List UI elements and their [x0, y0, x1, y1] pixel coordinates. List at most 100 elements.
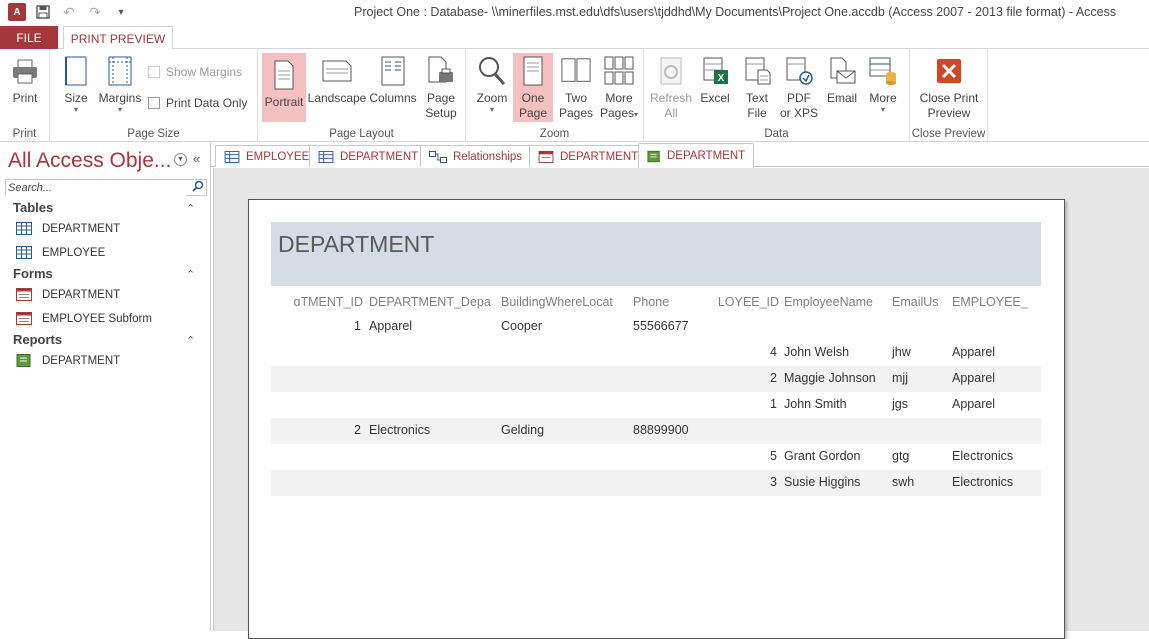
one-page-button[interactable]: One Page — [513, 53, 553, 122]
doc-tab-label: DEPARTMENT — [340, 150, 419, 163]
pdf-xps-button[interactable]: PDF or XPS — [778, 53, 820, 121]
more-export-icon — [868, 53, 898, 89]
more-pages-caret-icon: ▾ — [634, 110, 639, 119]
form-icon — [16, 288, 32, 301]
landscape-button[interactable]: Landscape — [308, 53, 366, 106]
doc-tab-department-form[interactable]: DEPARTMENT — [529, 145, 648, 167]
nav-item-report-department[interactable]: DEPARTMENT — [16, 354, 120, 367]
nav-section-forms[interactable]: Forms — [13, 266, 53, 281]
nav-section-reports[interactable]: Reports — [13, 332, 62, 347]
nav-item-label: EMPLOYEE Subform — [42, 312, 152, 325]
cell-email: swh — [892, 475, 915, 489]
col-header-phone: Phone — [633, 295, 670, 309]
magnifier-icon — [477, 53, 507, 89]
more-export-button[interactable]: More ▾ — [864, 53, 902, 114]
customize-qat-icon[interactable]: ▾ — [112, 3, 130, 21]
cell-building: Gelding — [501, 423, 545, 437]
collapse-reports-icon[interactable]: ⌃ — [186, 334, 195, 347]
cell-employee-id: 1 — [770, 397, 777, 411]
email-label: Email — [826, 91, 857, 105]
collapse-forms-icon[interactable]: ⌃ — [186, 268, 195, 281]
excel-button[interactable]: X Excel — [696, 53, 734, 106]
text-file-label-2: File — [747, 106, 767, 120]
nav-item-table-employee[interactable]: EMPLOYEE — [16, 246, 105, 259]
nav-pane-title[interactable]: All Access Obje... — [8, 149, 171, 173]
printer-icon — [10, 53, 40, 89]
table-icon — [16, 246, 32, 259]
doc-tab-employee-table[interactable]: EMPLOYEE — [215, 145, 319, 167]
group-label-page-layout: Page Layout — [329, 128, 394, 140]
access-app-icon[interactable]: A — [8, 3, 26, 21]
nav-dropdown-icon[interactable]: ▼ — [174, 153, 187, 166]
table-icon — [16, 222, 32, 235]
margins-button[interactable]: Margins ▾ — [96, 53, 144, 114]
doc-tab-relationships[interactable]: Relationships — [420, 145, 532, 167]
undo-icon[interactable]: ↶ — [60, 3, 78, 21]
print-preview-area[interactable]: DEPARTMENT ɑTMENT_ID DEPARTMENT_Depa Bui… — [213, 168, 1149, 639]
report-icon — [16, 354, 31, 367]
size-button[interactable]: Size ▾ — [60, 53, 92, 114]
nav-item-label: DEPARTMENT — [42, 222, 121, 235]
group-label-zoom: Zoom — [539, 128, 570, 140]
landscape-icon — [322, 53, 352, 89]
doc-tab-department-report[interactable]: DEPARTMENT — [638, 143, 755, 168]
two-pages-label-2: Pages — [558, 106, 594, 120]
zoom-label: Zoom — [476, 91, 508, 105]
cell-employee-id: 4 — [770, 345, 777, 359]
page-setup-button[interactable]: Page Setup — [422, 53, 460, 121]
refresh-label-2: All — [664, 106, 678, 120]
redo-icon[interactable]: ↷ — [86, 3, 104, 21]
more-pages-button[interactable]: More Pages▾ — [598, 53, 640, 121]
group-label-page-size: Page Size — [127, 128, 180, 140]
cell-email: jhw — [892, 345, 911, 359]
search-icon[interactable] — [192, 180, 204, 195]
doc-tab-department-table[interactable]: DEPARTMENT — [309, 145, 428, 167]
close-print-preview-button[interactable]: Close Print Preview — [914, 53, 984, 121]
close-icon — [934, 53, 964, 89]
cell-employee-dept: Apparel — [952, 345, 996, 359]
doc-tab-label: DEPARTMENT — [667, 150, 746, 162]
cell-employee-id: 3 — [770, 475, 777, 489]
page-setup-label-2: Setup — [425, 106, 457, 120]
print-data-only-checkbox[interactable]: Print Data Only — [148, 96, 247, 110]
email-button[interactable]: Email — [822, 53, 862, 106]
portrait-icon — [269, 57, 299, 93]
text-file-button[interactable]: Text File — [738, 53, 776, 121]
nav-item-form-employee-subform[interactable]: EMPLOYEE Subform — [16, 312, 152, 325]
columns-button[interactable]: Columns — [368, 53, 418, 106]
pdf-label-2: or XPS — [779, 106, 818, 120]
two-pages-button[interactable]: Two Pages — [556, 53, 596, 121]
refresh-all-button[interactable]: Refresh All — [648, 53, 694, 121]
cell-department-id: 2 — [354, 423, 361, 437]
margins-label: Margins — [98, 91, 142, 105]
portrait-button[interactable]: Portrait — [262, 53, 306, 122]
nav-item-table-department[interactable]: DEPARTMENT — [16, 222, 120, 235]
close-label-1: Close Print — [919, 91, 979, 105]
one-page-label-2: Page — [518, 106, 548, 120]
group-print: Print Print — [0, 49, 50, 142]
print-button[interactable]: Print — [8, 53, 42, 106]
show-margins-box[interactable] — [148, 66, 160, 78]
form-icon — [16, 312, 32, 325]
close-label-2: Preview — [927, 106, 971, 120]
page-setup-label-1: Page — [426, 91, 456, 105]
more-pages-icon — [604, 53, 634, 89]
zoom-button[interactable]: Zoom ▾ — [472, 53, 512, 114]
relationships-icon — [429, 150, 447, 163]
table-icon — [318, 150, 334, 163]
collapse-tables-icon[interactable]: ⌃ — [186, 202, 195, 215]
nav-search-input[interactable] — [6, 180, 186, 196]
show-margins-checkbox[interactable]: Show Margins — [148, 65, 242, 79]
save-icon[interactable] — [34, 3, 52, 21]
refresh-icon — [656, 53, 686, 89]
shutter-bar-close-icon[interactable]: « — [193, 151, 200, 166]
col-header-employee-dept: EMPLOYEE_ — [952, 295, 1028, 309]
tab-file[interactable]: FILE — [0, 26, 58, 49]
tab-print-preview[interactable]: PRINT PREVIEW — [63, 26, 173, 50]
margins-icon — [105, 53, 135, 89]
nav-section-tables[interactable]: Tables — [13, 200, 53, 215]
landscape-label: Landscape — [307, 91, 367, 105]
document-tabs: EMPLOYEE DEPARTMENT Relationships DEPART… — [211, 143, 1149, 168]
nav-item-form-department[interactable]: DEPARTMENT — [16, 288, 120, 301]
print-data-only-box[interactable] — [148, 97, 160, 109]
